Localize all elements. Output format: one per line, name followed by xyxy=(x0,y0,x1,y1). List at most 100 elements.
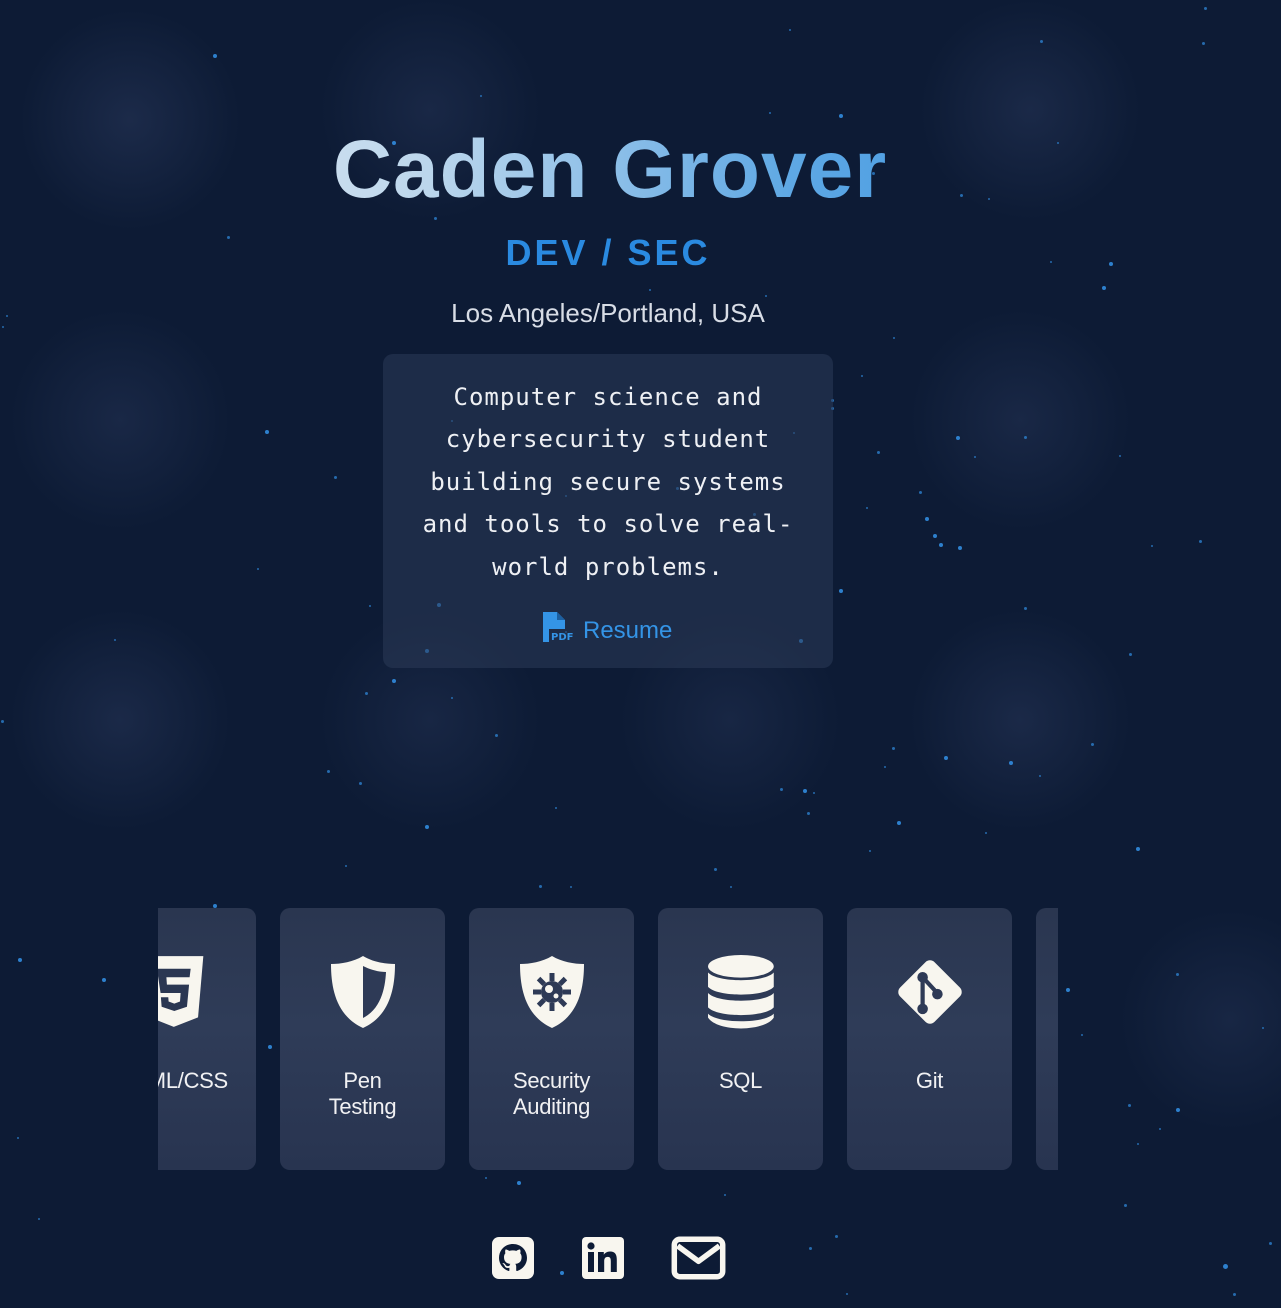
particle-dot xyxy=(1119,455,1121,457)
particle-dot xyxy=(1039,775,1041,777)
particle-dot xyxy=(806,811,810,815)
particle-dot xyxy=(730,886,732,888)
particle-dot xyxy=(1136,847,1140,851)
particle-dot xyxy=(893,337,895,339)
linkedin-icon xyxy=(581,1237,625,1284)
particle-dot xyxy=(1159,1128,1161,1130)
particle-dot xyxy=(918,490,922,494)
particle-dot xyxy=(1262,1027,1264,1029)
particle-dot xyxy=(1268,1241,1272,1245)
particle-dot xyxy=(765,295,767,297)
particle-dot xyxy=(769,112,771,114)
particle-dot xyxy=(925,517,929,521)
particle-dot xyxy=(891,746,895,750)
particle-dot xyxy=(985,832,987,834)
particle-dot xyxy=(1175,972,1179,976)
particle-dot xyxy=(38,1218,40,1220)
particle-dot xyxy=(425,825,429,829)
github-icon xyxy=(491,1237,535,1284)
particle-dot xyxy=(1039,39,1043,43)
shield-icon xyxy=(280,952,445,1032)
particle-dot xyxy=(1222,1263,1228,1269)
particle-dot xyxy=(897,821,901,825)
bio-text: Computer science and cybersecurity stude… xyxy=(422,383,794,581)
particle-dot xyxy=(869,850,871,852)
particle-dot xyxy=(451,697,453,699)
particle-dot xyxy=(1151,545,1153,547)
skill-label: Pen Testing xyxy=(328,1068,397,1119)
resume-link[interactable]: PDF Resume xyxy=(541,610,672,651)
particle-dot xyxy=(1090,742,1094,746)
social-links xyxy=(0,1236,1216,1282)
hero-name: Caden Grover xyxy=(0,122,1220,218)
skill-label: HTML/CSS xyxy=(158,1068,228,1093)
particle-dot xyxy=(861,375,863,377)
particle-dot xyxy=(724,1194,726,1196)
email-link[interactable] xyxy=(671,1236,726,1282)
particle-dot xyxy=(364,691,368,695)
particle-dot xyxy=(485,1177,487,1179)
particle-dot xyxy=(956,436,960,440)
particle-dot xyxy=(803,789,807,793)
particle-dot xyxy=(1102,286,1106,290)
particle-dot xyxy=(538,884,542,888)
git-icon xyxy=(847,952,1012,1032)
particle-dot xyxy=(846,1293,848,1295)
particle-dot xyxy=(333,475,337,479)
particle-dot xyxy=(958,546,962,550)
particle-dot xyxy=(102,978,106,982)
particle-dot xyxy=(713,867,717,871)
file-pdf-icon: PDF xyxy=(541,610,573,651)
particle-dot xyxy=(369,605,371,607)
particle-dot xyxy=(789,29,791,31)
particle-dot xyxy=(114,639,116,641)
database-icon xyxy=(658,952,823,1032)
particle-dot xyxy=(18,958,22,962)
particle-dot xyxy=(358,781,362,785)
particle-dot xyxy=(839,589,843,593)
github-link[interactable] xyxy=(491,1236,535,1282)
particle-dot xyxy=(480,95,482,97)
particle-dot xyxy=(0,719,4,723)
skill-card-html-css[interactable]: HTML/CSS xyxy=(158,908,256,1170)
skill-label: SQL xyxy=(718,1068,763,1093)
particle-dot xyxy=(265,430,269,434)
particle-dot xyxy=(1123,1203,1127,1207)
skill-card-pen-testing[interactable]: Pen Testing xyxy=(280,908,445,1170)
envelope-icon xyxy=(671,1236,726,1284)
skill-card-next[interactable] xyxy=(1036,908,1058,1170)
particle-dot xyxy=(392,679,396,683)
particle-dot xyxy=(570,886,572,888)
particle-dot xyxy=(813,792,815,794)
particle-dot xyxy=(1201,41,1205,45)
particle-dot xyxy=(884,766,886,768)
particle-dot xyxy=(17,1137,19,1139)
particle-dot xyxy=(649,289,651,291)
skills-carousel[interactable]: HTML/CSS PenTesting xyxy=(158,908,1058,1170)
skill-card-git[interactable]: Git xyxy=(847,908,1012,1170)
particle-dot xyxy=(933,534,937,538)
bio-card: Computer science and cybersecurity stude… xyxy=(383,354,833,668)
particle-dot xyxy=(517,1181,521,1185)
particle-dot xyxy=(1009,761,1013,765)
particle-dot xyxy=(1066,988,1070,992)
particle-dot xyxy=(1203,6,1207,10)
particle-dot xyxy=(213,54,217,58)
particle-dot xyxy=(1198,539,1202,543)
hero-role: DEV / SEC xyxy=(505,232,711,273)
shield-virus-icon xyxy=(469,952,634,1032)
skill-card-security-auditing[interactable]: Security Auditing xyxy=(469,908,634,1170)
hero-location: Los Angeles/Portland, USA xyxy=(451,298,765,328)
particle-dot xyxy=(974,456,976,458)
linkedin-link[interactable] xyxy=(581,1236,625,1282)
css3-icon xyxy=(158,952,256,1032)
particle-dot xyxy=(1081,1034,1083,1036)
particle-dot xyxy=(779,787,783,791)
particle-dot xyxy=(866,507,868,509)
particle-dot xyxy=(555,807,557,809)
skill-card-sql[interactable]: SQL xyxy=(658,908,823,1170)
page-background: Caden Grover DEV / SEC Los Angeles/Portl… xyxy=(0,0,1281,1308)
particle-dot xyxy=(345,865,347,867)
particle-dot xyxy=(326,769,330,773)
particle-dot xyxy=(494,733,498,737)
